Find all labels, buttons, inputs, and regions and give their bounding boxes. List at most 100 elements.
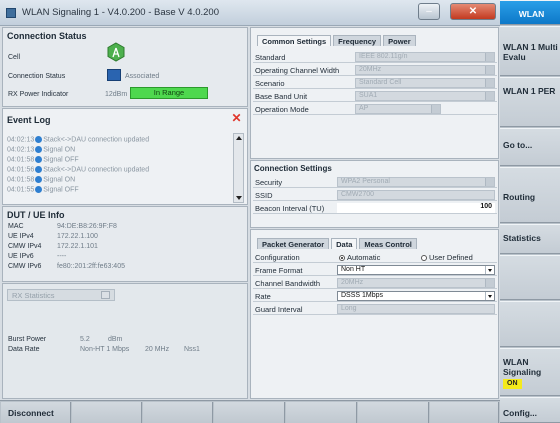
- wlan-multi-eval-softkey[interactable]: WLAN 1 Multi Evalu: [500, 26, 560, 76]
- dropdown-arrow-icon[interactable]: [485, 53, 494, 61]
- configuration-user-defined-option[interactable]: User Defined: [421, 253, 473, 262]
- softkey-empty-5[interactable]: [358, 402, 429, 423]
- setting-label: SSID: [255, 191, 273, 200]
- setting-row: Security WPA2 Personal: [253, 176, 497, 188]
- softkey-blank-2[interactable]: [500, 301, 560, 347]
- rx-statistics-label: RX Statistics: [12, 291, 55, 300]
- setting-label: Rate: [255, 292, 271, 301]
- setting-value: DSSS 1Mbps: [341, 292, 384, 299]
- setting-label: Channel Bandwidth: [255, 279, 321, 288]
- data-rate-nss: Nss1: [184, 346, 200, 353]
- close-icon[interactable]: ✕: [230, 112, 243, 125]
- scroll-up-arrow-icon[interactable]: [236, 136, 242, 140]
- setting-field[interactable]: Long: [337, 304, 495, 314]
- rx-power-value: 12dBm: [105, 91, 128, 98]
- window-title: WLAN Signaling 1 - V4.0.200 - Base V 4.0…: [22, 7, 219, 18]
- softkey-blank-1[interactable]: [500, 255, 560, 300]
- dut-value: 172.22.1.101: [57, 243, 98, 250]
- event-log-title: Event Log: [7, 115, 51, 125]
- setting-label: Base Band Unit: [255, 92, 308, 101]
- wlan-signaling-state-badge: ON: [503, 379, 522, 389]
- setting-label: Operation Mode: [255, 105, 309, 114]
- setting-row: Scenario Standard Cell: [253, 77, 497, 89]
- dropdown-arrow-icon[interactable]: [485, 79, 494, 87]
- routing-softkey[interactable]: Routing: [500, 167, 560, 223]
- softkey-empty-3[interactable]: [214, 402, 285, 423]
- disconnect-button[interactable]: Disconnect: [1, 402, 71, 423]
- setting-field[interactable]: Standard Cell: [355, 78, 495, 88]
- burst-power-unit: dBm: [108, 336, 123, 343]
- dropdown-arrow-icon[interactable]: [485, 292, 494, 300]
- packet-settings-panel: Packet Generator Data Meas Control Confi…: [250, 229, 499, 399]
- disconnect-label: Disconnect: [8, 408, 54, 418]
- log-time: 04:01:58: [7, 156, 35, 164]
- tab-power[interactable]: Power: [383, 35, 416, 46]
- scroll-down-arrow-icon[interactable]: [236, 196, 242, 200]
- rx-statistics-checkbox[interactable]: [101, 291, 110, 299]
- setting-field[interactable]: 100: [337, 203, 495, 213]
- connection-status-panel: Connection Status Cell Connection Status…: [2, 27, 248, 107]
- setting-row: Beacon Interval (TU) 100: [253, 202, 497, 214]
- configuration-label: Configuration: [255, 253, 300, 262]
- setting-field[interactable]: AP: [355, 104, 441, 114]
- automatic-label: Automatic: [347, 253, 381, 262]
- setting-label: Beacon Interval (TU): [255, 204, 325, 213]
- log-entry: 04:01:58 Signal OFF: [7, 156, 79, 166]
- log-time: 04:02:13: [7, 136, 35, 144]
- softkey-empty-2[interactable]: [143, 402, 213, 423]
- event-log-scrollbar[interactable]: [233, 133, 244, 203]
- dropdown-arrow-icon[interactable]: [485, 92, 494, 100]
- tab-packet-generator[interactable]: Packet Generator: [257, 238, 330, 249]
- dut-label: MAC: [8, 223, 24, 230]
- automatic-radio-icon[interactable]: [339, 255, 345, 262]
- wlan-softkey[interactable]: WLAN: [500, 0, 560, 25]
- goto-softkey[interactable]: Go to...: [500, 128, 560, 166]
- setting-field[interactable]: Non HT: [337, 265, 495, 275]
- rx-status-badge: In Range: [130, 87, 208, 99]
- dut-value: 172.22.1.100: [57, 233, 98, 240]
- softkey-empty-6[interactable]: [430, 402, 499, 423]
- setting-value: Standard Cell: [359, 79, 402, 86]
- wlan-signaling-softkey[interactable]: WLAN Signaling ON: [500, 348, 560, 396]
- setting-field[interactable]: 20MHz: [355, 65, 495, 75]
- setting-row: SSID CMW2700: [253, 189, 497, 201]
- app-window: WLAN Signaling 1 - V4.0.200 - Base V 4.0…: [0, 0, 560, 423]
- minimize-button[interactable]: –: [418, 3, 440, 20]
- setting-value: SUA1: [359, 92, 378, 99]
- close-button[interactable]: ✕: [450, 3, 496, 20]
- dropdown-arrow-icon[interactable]: [485, 266, 494, 274]
- setting-field[interactable]: 20MHz: [337, 278, 495, 288]
- setting-field[interactable]: IEEE 802.11g/n: [355, 52, 495, 62]
- connection-settings-panel: Connection Settings Security WPA2 Persona…: [250, 160, 499, 228]
- wlan-per-softkey[interactable]: WLAN 1 PER: [500, 77, 560, 127]
- setting-label: Standard: [255, 53, 286, 62]
- packet-settings-tabs: Packet Generator Data Meas Control: [257, 238, 417, 249]
- setting-field[interactable]: CMW2700: [337, 190, 495, 200]
- dut-value: fe80::201:2ff:fe63:405: [57, 263, 125, 270]
- setting-field[interactable]: SUA1: [355, 91, 495, 101]
- info-icon: [35, 166, 43, 173]
- configuration-automatic-option[interactable]: Automatic: [339, 253, 380, 262]
- setting-field[interactable]: DSSS 1Mbps: [337, 291, 495, 301]
- dropdown-arrow-icon[interactable]: [485, 66, 494, 74]
- user-defined-radio-icon[interactable]: [421, 255, 427, 262]
- statistics-softkey[interactable]: Statistics: [500, 224, 560, 254]
- config-softkey[interactable]: Config...: [500, 397, 560, 423]
- tab-frequency[interactable]: Frequency: [333, 35, 382, 46]
- info-icon: [35, 156, 43, 163]
- dropdown-arrow-icon[interactable]: [485, 178, 494, 186]
- setting-value: WPA2 Personal: [341, 178, 390, 185]
- softkey-empty-1[interactable]: [72, 402, 142, 423]
- configuration-row: Configuration Automatic User Defined: [253, 251, 497, 263]
- setting-field[interactable]: WPA2 Personal: [337, 177, 495, 187]
- event-log-list: 04:02:13 Stack<->DAU connection updated 04…: [7, 136, 229, 202]
- dropdown-arrow-icon[interactable]: [431, 105, 440, 113]
- tab-meas-control[interactable]: Meas Control: [359, 238, 417, 249]
- softkey-empty-4[interactable]: [286, 402, 357, 423]
- burst-power-label: Burst Power: [8, 336, 47, 343]
- tab-common-settings[interactable]: Common Settings: [257, 35, 332, 46]
- tab-data[interactable]: Data: [331, 238, 358, 249]
- dropdown-arrow-icon[interactable]: [485, 279, 494, 287]
- setting-row: Operation Mode AP: [253, 103, 497, 115]
- rx-statistics-field[interactable]: RX Statistics: [7, 289, 115, 301]
